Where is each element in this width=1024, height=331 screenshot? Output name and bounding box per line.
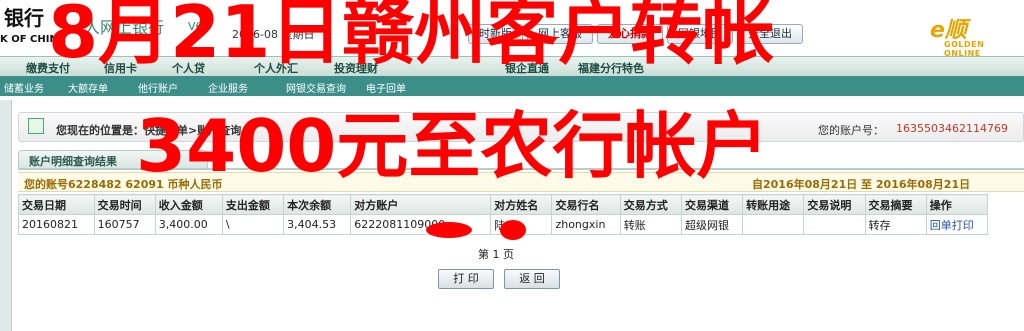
location-icon bbox=[28, 118, 44, 134]
golden-online-logo: e顺 GOLDEN ONLINE bbox=[930, 12, 1020, 58]
col-income: 收入金额 bbox=[154, 194, 223, 215]
cell-channel: 超级网银 bbox=[680, 214, 744, 235]
col-expense: 支出金额 bbox=[221, 194, 285, 215]
cell-time: 160757 bbox=[93, 214, 156, 235]
account-number: 1635503462114769 bbox=[896, 122, 1008, 135]
table-header-row: 交易日期 交易时间 收入金额 支出金额 本次余额 对方账户 对方姓名 交易行名 … bbox=[18, 194, 989, 215]
col-action: 操作 bbox=[925, 194, 989, 215]
print-button[interactable]: 打 印 bbox=[438, 269, 494, 289]
cell-action: 回单打印 bbox=[925, 214, 989, 235]
col-date: 交易日期 bbox=[18, 194, 95, 215]
col-time: 交易时间 bbox=[93, 194, 156, 215]
print-receipt-link[interactable]: 回单打印 bbox=[930, 219, 974, 232]
cell-bank-name: zhongxin bbox=[551, 214, 621, 235]
cell-method: 转账 bbox=[619, 214, 682, 235]
cell-balance: 3,404.53 bbox=[283, 214, 352, 235]
redaction-mark bbox=[500, 220, 526, 240]
col-bank-name: 交易行名 bbox=[551, 194, 621, 215]
bank-name: 银行 bbox=[4, 6, 44, 30]
account-label: 您的账户号： bbox=[818, 124, 884, 137]
subnav-large-deposit[interactable]: 大额存单 bbox=[68, 80, 108, 95]
col-description: 交易说明 bbox=[803, 194, 866, 215]
secondary-nav: 储蓄业务 大额存单 他行账户 企业服务 网银交易查询 电子回单 bbox=[0, 76, 1024, 96]
subnav-enterprise-service[interactable]: 企业服务 bbox=[208, 80, 248, 95]
subnav-savings[interactable]: 储蓄业务 bbox=[4, 80, 44, 95]
col-summary: 交易摘要 bbox=[864, 194, 927, 215]
col-counter-account: 对方账户 bbox=[350, 194, 492, 215]
back-button[interactable]: 返 回 bbox=[504, 269, 560, 289]
date-range: 自2016年08月21日 至 2016年08月21日 bbox=[752, 178, 971, 191]
col-method: 交易方式 bbox=[619, 194, 682, 215]
col-purpose: 转账用途 bbox=[742, 194, 805, 215]
overlay-caption-line1: 8月21日赣州客户转帐 bbox=[48, 0, 775, 74]
cell-date: 20160821 bbox=[18, 214, 95, 235]
cell-purpose bbox=[742, 214, 805, 235]
subnav-e-receipt[interactable]: 电子回单 bbox=[366, 80, 406, 95]
page-indicator: 第 1 页 bbox=[478, 248, 514, 261]
redaction-mark bbox=[426, 222, 472, 238]
overlay-caption-line2: 3400元至农行帐户 bbox=[136, 104, 769, 188]
cell-summary: 转存 bbox=[864, 214, 927, 235]
cell-expense: \ bbox=[221, 214, 285, 235]
col-counter-name: 对方姓名 bbox=[490, 194, 553, 215]
cell-income: 3,400.00 bbox=[154, 214, 223, 235]
subnav-transaction-query[interactable]: 网银交易查询 bbox=[286, 80, 346, 95]
left-sidebar bbox=[0, 100, 12, 331]
cell-description bbox=[803, 214, 866, 235]
col-channel: 交易渠道 bbox=[680, 194, 744, 215]
subnav-other-bank[interactable]: 他行账户 bbox=[138, 80, 178, 95]
col-balance: 本次余额 bbox=[283, 194, 352, 215]
